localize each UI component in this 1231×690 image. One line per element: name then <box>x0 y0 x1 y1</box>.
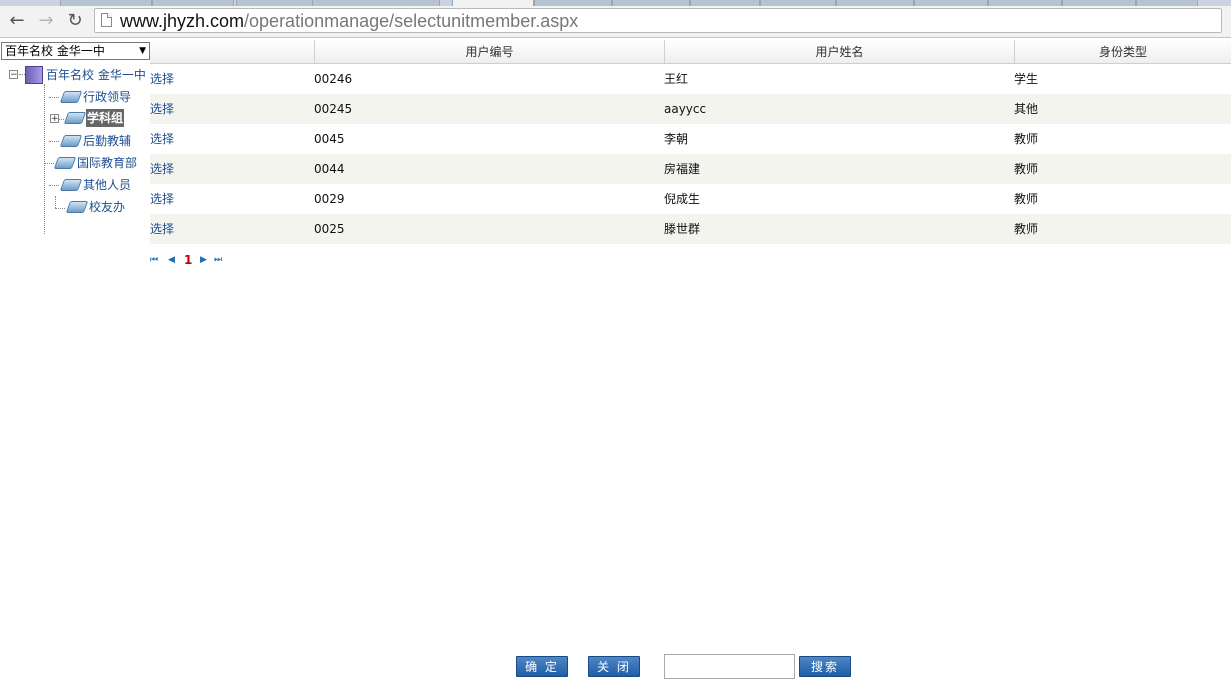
tree-node-label: 国际教育部 <box>77 156 138 170</box>
tree-node-label: 其他人员 <box>83 178 132 192</box>
back-icon[interactable]: ← <box>6 10 28 32</box>
tree-node-logistics[interactable]: 后勤教辅 <box>59 131 132 151</box>
user-id-cell: 0029 <box>314 192 345 206</box>
user-id-cell: 00245 <box>314 102 353 116</box>
identity-type-cell: 学生 <box>1014 72 1039 86</box>
grid-body: 选择 00246 王红 学生 选择 00245 aayycc 其他 选择 004… <box>150 64 1231 244</box>
first-page-icon[interactable]: ⏮ <box>150 252 158 268</box>
tree-connector <box>55 196 56 208</box>
group-icon <box>59 91 83 103</box>
identity-type-cell: 教师 <box>1014 162 1039 176</box>
tree-node-label: 校友办 <box>89 200 126 214</box>
user-name-cell: 滕世群 <box>664 222 701 236</box>
user-id-cell: 0045 <box>314 132 345 146</box>
tree-node-alumni[interactable]: 校友办 <box>65 197 126 217</box>
group-icon <box>53 157 77 169</box>
user-id-cell: 0044 <box>314 162 345 176</box>
column-header-identity-type: 身份类型 <box>1014 40 1231 63</box>
unit-select-value: 百年名校 金华一中 <box>5 44 105 58</box>
user-name-cell: 王红 <box>664 72 689 86</box>
column-header-user-name: 用户姓名 <box>664 40 1014 63</box>
forward-icon[interactable]: → <box>35 10 57 32</box>
select-link[interactable]: 选择 <box>150 124 174 154</box>
identity-type-cell: 其他 <box>1014 102 1039 116</box>
chevron-down-icon: ▼ <box>139 46 146 56</box>
expand-icon[interactable]: + <box>50 114 59 124</box>
tree-node-others[interactable]: 其他人员 <box>59 175 132 195</box>
table-row: 选择 00246 王红 学生 <box>150 64 1231 94</box>
search-button[interactable]: 搜索 <box>799 656 851 677</box>
collapse-icon[interactable]: − <box>9 70 18 80</box>
tree-node-label: 行政领导 <box>83 90 132 104</box>
identity-type-cell: 教师 <box>1014 192 1039 206</box>
table-row: 选择 0029 倪成生 教师 <box>150 184 1231 214</box>
column-header-select <box>150 40 314 63</box>
identity-type-cell: 教师 <box>1014 132 1039 146</box>
tree-node-subjects[interactable]: 学科组 <box>63 108 125 128</box>
address-bar[interactable]: www.jhyzh.com/operationmanage/selectunit… <box>94 8 1222 33</box>
group-icon <box>59 179 83 191</box>
browser-toolbar: ← → ↻ www.jhyzh.com/operationmanage/sele… <box>0 6 1231 38</box>
select-link[interactable]: 选择 <box>150 154 174 184</box>
tree-connector <box>44 163 54 164</box>
user-name-cell: 李朝 <box>664 132 689 146</box>
search-input[interactable] <box>664 654 795 679</box>
user-name-cell: aayycc <box>664 102 707 116</box>
table-row: 选择 0045 李朝 教师 <box>150 124 1231 154</box>
table-row: 选择 00245 aayycc 其他 <box>150 94 1231 124</box>
reload-icon[interactable]: ↻ <box>64 10 86 32</box>
table-row: 选择 0044 房福建 教师 <box>150 154 1231 184</box>
building-icon <box>25 66 43 84</box>
user-name-cell: 房福建 <box>664 162 701 176</box>
unit-select[interactable]: 百年名校 金华一中 ▼ <box>1 42 150 60</box>
url-host: www.jhyzh.com <box>120 11 245 31</box>
group-icon <box>63 112 87 124</box>
column-header-user-id: 用户编号 <box>314 40 664 63</box>
select-link[interactable]: 选择 <box>150 214 174 244</box>
tree-node-label: 后勤教辅 <box>83 134 132 148</box>
table-row: 选择 0025 滕世群 教师 <box>150 214 1231 244</box>
prev-page-icon[interactable]: ◀ <box>168 252 175 268</box>
group-icon <box>59 135 83 147</box>
url-path: /operationmanage/selectunitmember.aspx <box>244 11 579 31</box>
select-link[interactable]: 选择 <box>150 94 174 124</box>
tree-node-international[interactable]: 国际教育部 <box>53 153 138 173</box>
tree-connector <box>49 185 59 186</box>
tree-connector <box>49 97 59 98</box>
group-icon <box>65 201 89 213</box>
identity-type-cell: 教师 <box>1014 222 1039 236</box>
tree-node-root[interactable]: 百年名校 金华一中 <box>25 65 147 85</box>
tree-node-label: 学科组 <box>86 109 125 127</box>
select-link[interactable]: 选择 <box>150 64 174 94</box>
tree-connector <box>59 119 64 120</box>
user-name-cell: 倪成生 <box>664 192 701 206</box>
grid-header: 用户编号 用户姓名 身份类型 <box>150 40 1231 64</box>
close-button[interactable]: 关 闭 <box>588 656 640 677</box>
select-link[interactable]: 选择 <box>150 184 174 214</box>
confirm-button[interactable]: 确 定 <box>516 656 568 677</box>
tree-node-admin[interactable]: 行政领导 <box>59 87 132 107</box>
page-icon <box>101 13 112 27</box>
tree-connector <box>49 141 59 142</box>
user-id-cell: 00246 <box>314 72 353 86</box>
tree-connector <box>44 84 45 234</box>
tree-connector <box>55 208 65 209</box>
url-text: www.jhyzh.com/operationmanage/selectunit… <box>120 10 578 32</box>
last-page-icon[interactable]: ⏭ <box>214 252 222 268</box>
user-id-cell: 0025 <box>314 222 345 236</box>
org-tree: − 百年名校 金华一中 行政领导 + 学科组 后勤教辅 国际教育部 其他人员 校… <box>0 62 150 242</box>
current-page-number: 1 <box>184 253 193 267</box>
next-page-icon[interactable]: ▶ <box>200 252 207 268</box>
tree-node-label: 百年名校 金华一中 <box>46 68 146 82</box>
